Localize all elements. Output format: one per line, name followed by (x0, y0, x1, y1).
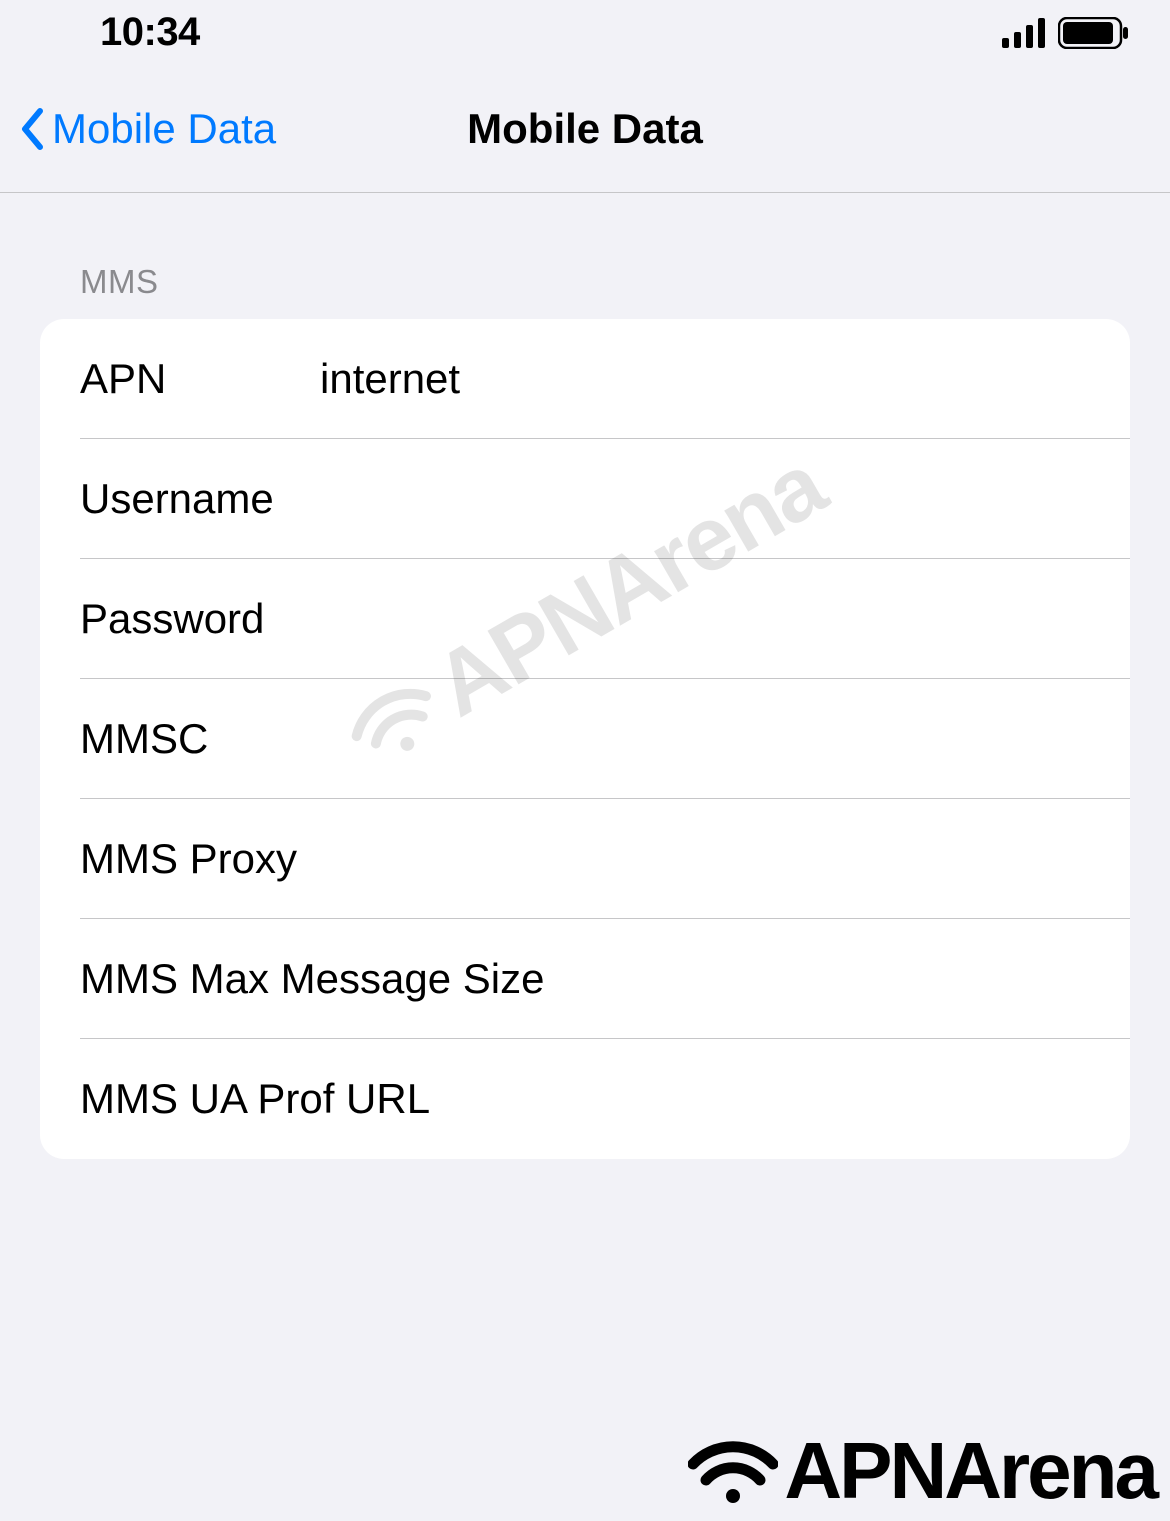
row-password[interactable]: Password (40, 559, 1130, 679)
row-mms-proxy[interactable]: MMS Proxy (40, 799, 1130, 919)
content-area: MMS APN Username Password MMSC MMS Proxy… (0, 193, 1170, 1159)
label-apn: APN (80, 355, 320, 403)
label-mms-ua-prof-url: MMS UA Prof URL (80, 1075, 430, 1123)
label-username: Username (80, 475, 320, 523)
label-password: Password (80, 595, 320, 643)
input-mms-ua-prof-url[interactable] (430, 1075, 1090, 1123)
row-mms-ua-prof-url[interactable]: MMS UA Prof URL (40, 1039, 1130, 1159)
status-indicators (1002, 17, 1130, 49)
back-label: Mobile Data (52, 105, 276, 153)
input-password[interactable] (320, 595, 1090, 643)
status-time: 10:34 (100, 10, 200, 55)
input-apn[interactable] (320, 355, 1090, 403)
status-bar: 10:34 (0, 0, 1170, 65)
wifi-icon (688, 1436, 778, 1506)
navigation-bar: Mobile Data Mobile Data (0, 65, 1170, 193)
brand-footer: APNArena (688, 1415, 1170, 1521)
input-mmsc[interactable] (320, 715, 1090, 763)
input-mms-max-size[interactable] (544, 955, 1090, 1003)
label-mms-proxy: MMS Proxy (80, 835, 320, 883)
row-apn[interactable]: APN (40, 319, 1130, 439)
row-mms-max-size[interactable]: MMS Max Message Size (40, 919, 1130, 1039)
label-mmsc: MMSC (80, 715, 320, 763)
back-button[interactable]: Mobile Data (20, 105, 276, 153)
label-mms-max-size: MMS Max Message Size (80, 955, 544, 1003)
cellular-signal-icon (1002, 18, 1046, 48)
row-mmsc[interactable]: MMSC (40, 679, 1130, 799)
chevron-left-icon (20, 108, 44, 150)
battery-icon (1058, 17, 1130, 49)
brand-text: APNArena (784, 1425, 1156, 1517)
page-title: Mobile Data (467, 105, 703, 153)
row-username[interactable]: Username (40, 439, 1130, 559)
settings-group-mms: APN Username Password MMSC MMS Proxy MMS… (40, 319, 1130, 1159)
input-username[interactable] (320, 475, 1090, 523)
input-mms-proxy[interactable] (320, 835, 1090, 883)
section-header-mms: MMS (0, 263, 1170, 319)
